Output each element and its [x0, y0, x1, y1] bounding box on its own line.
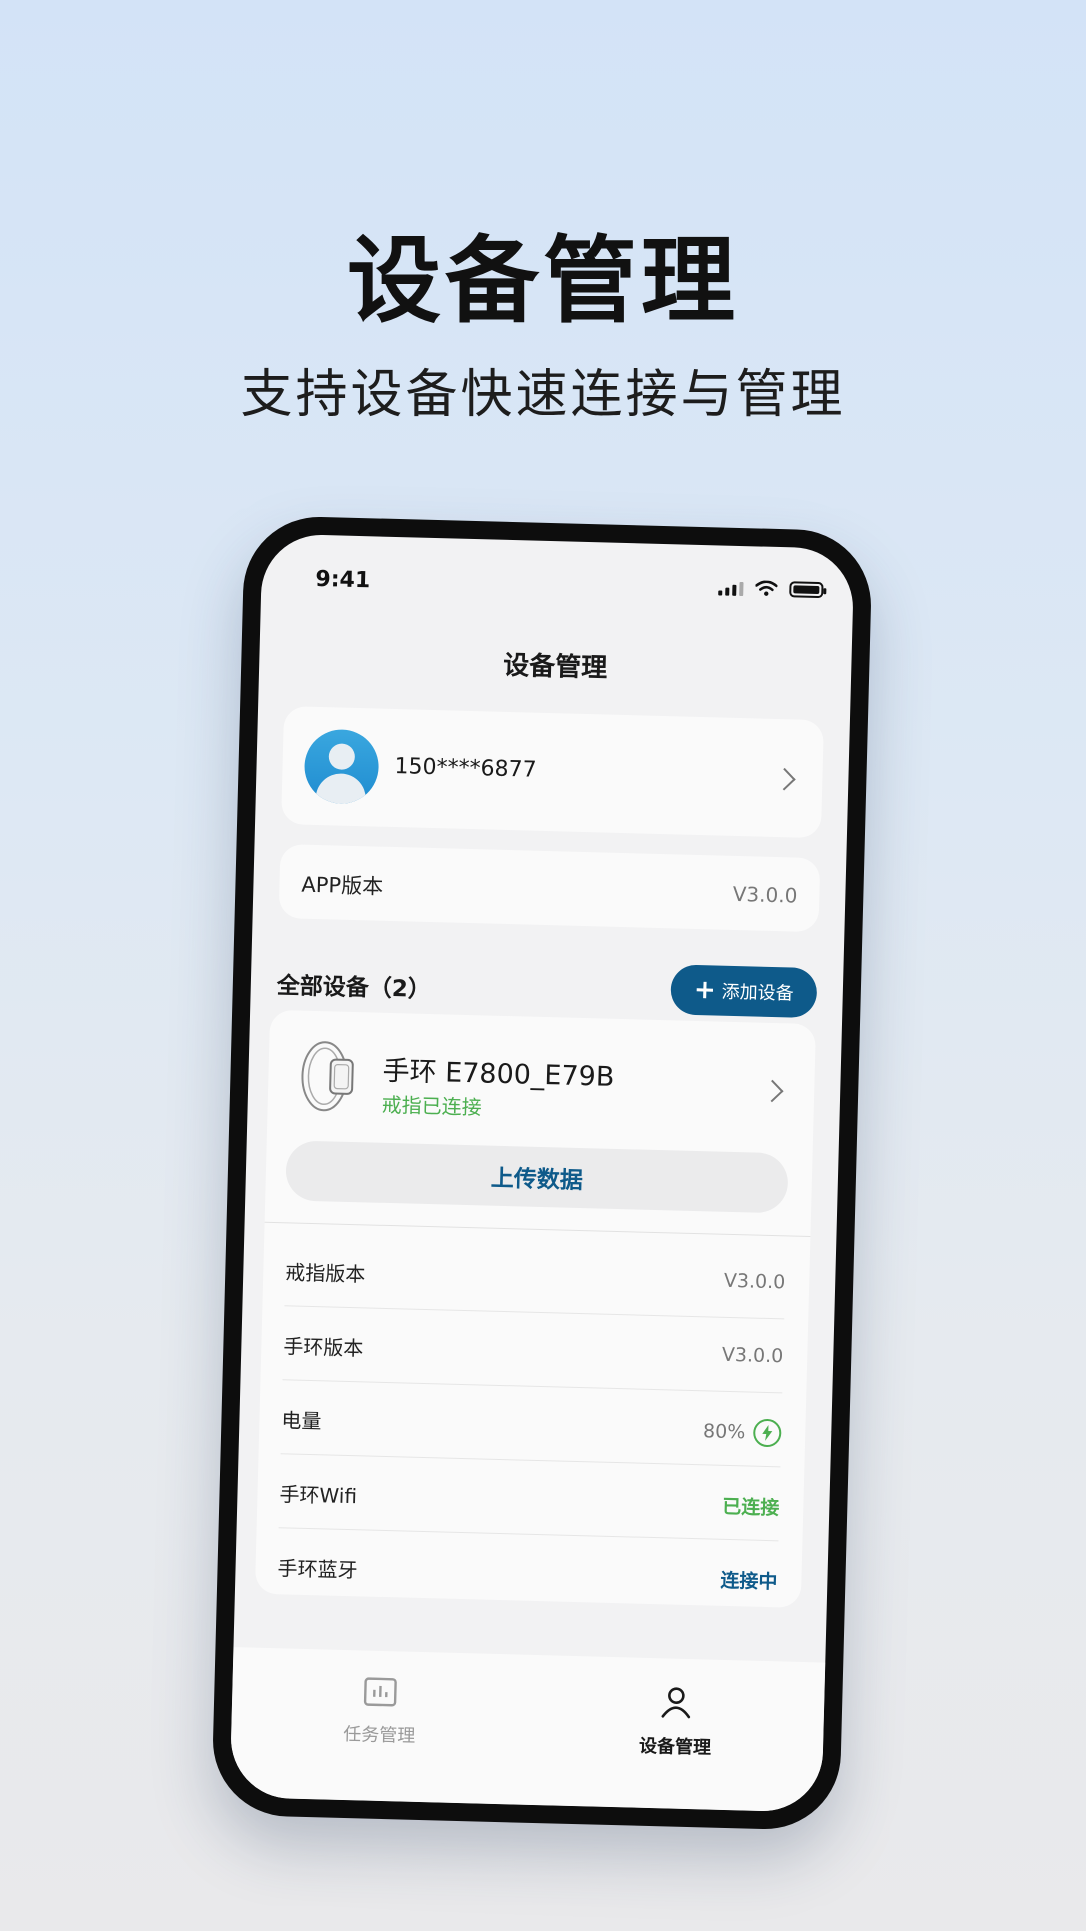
tab-device-management[interactable]: 设备管理	[575, 1682, 777, 1761]
wifi-status: 已连接	[722, 1495, 780, 1520]
devices-section-title: 全部设备（2）	[276, 972, 432, 1004]
detail-row-bluetooth: 手环蓝牙 连接中	[277, 1528, 778, 1601]
wristband-icon[interactable]	[293, 1037, 365, 1117]
hero-title: 设备管理	[346, 227, 739, 336]
plus-icon: +	[693, 974, 717, 1006]
avatar	[303, 728, 380, 805]
bluetooth-label: 手环蓝牙	[277, 1556, 358, 1583]
wifi-icon	[755, 580, 778, 596]
detail-row-battery: 电量 80%	[280, 1380, 783, 1468]
detail-row-ring-version: 戒指版本 V3.0.0	[284, 1232, 786, 1320]
status-bar: 9:41	[261, 553, 854, 618]
tab-device-management-label: 设备管理	[638, 1735, 712, 1759]
add-device-label: 添加设备	[721, 981, 794, 1005]
device-name[interactable]: 手环 E7800_E79B	[382, 1049, 615, 1094]
cellular-signal-icon	[718, 579, 744, 597]
upload-data-button[interactable]: 上传数据	[285, 1140, 789, 1214]
band-version-value: V3.0.0	[721, 1343, 784, 1368]
device-connection-status: 戒指已连接	[381, 1092, 483, 1120]
ring-version-value: V3.0.0	[723, 1269, 786, 1294]
phone-screen: 9:41 设备管理 150****6877 APP版本 V3.0.0 全部设备（…	[229, 533, 855, 1813]
tab-bar: 任务管理 设备管理	[229, 1647, 826, 1813]
page-title: 设备管理	[502, 650, 608, 684]
device-card: 手环 E7800_E79B 戒指已连接 上传数据 戒指版本 V3.0.0 手环版…	[254, 1009, 816, 1608]
battery-icon	[789, 581, 824, 599]
person-icon	[661, 1687, 691, 1719]
charging-bolt-icon	[752, 1418, 782, 1448]
hero-subtitle: 支持设备快速连接与管理	[240, 365, 846, 425]
tab-task-management-label: 任务管理	[342, 1723, 416, 1747]
battery-value-wrap: 80%	[702, 1417, 782, 1448]
app-version-label: APP版本	[301, 872, 384, 899]
status-icons	[718, 579, 824, 599]
chevron-right-icon	[773, 767, 796, 791]
battery-value: 80%	[702, 1420, 746, 1444]
ring-version-label: 戒指版本	[284, 1260, 366, 1287]
detail-row-wifi: 手环Wifi 已连接	[278, 1454, 781, 1542]
bluetooth-status: 连接中	[720, 1569, 778, 1594]
wifi-label: 手环Wifi	[279, 1482, 358, 1509]
phone-frame: 9:41 设备管理 150****6877 APP版本 V3.0.0 全部设备（…	[211, 515, 873, 1831]
tab-task-management[interactable]: 任务管理	[279, 1674, 481, 1749]
status-time: 9:41	[315, 566, 371, 594]
band-version-label: 手环版本	[283, 1334, 364, 1361]
chevron-right-icon[interactable]	[760, 1079, 784, 1103]
detail-row-band-version: 手环版本 V3.0.0	[282, 1306, 784, 1394]
bar-chart-icon	[363, 1677, 397, 1707]
battery-label: 电量	[281, 1408, 322, 1434]
app-version-value: V3.0.0	[732, 881, 798, 908]
profile-card[interactable]: 150****6877	[281, 706, 824, 839]
add-device-button[interactable]: + 添加设备	[670, 964, 818, 1019]
app-version-row: APP版本 V3.0.0	[278, 844, 821, 933]
profile-phone: 150****6877	[394, 754, 537, 783]
